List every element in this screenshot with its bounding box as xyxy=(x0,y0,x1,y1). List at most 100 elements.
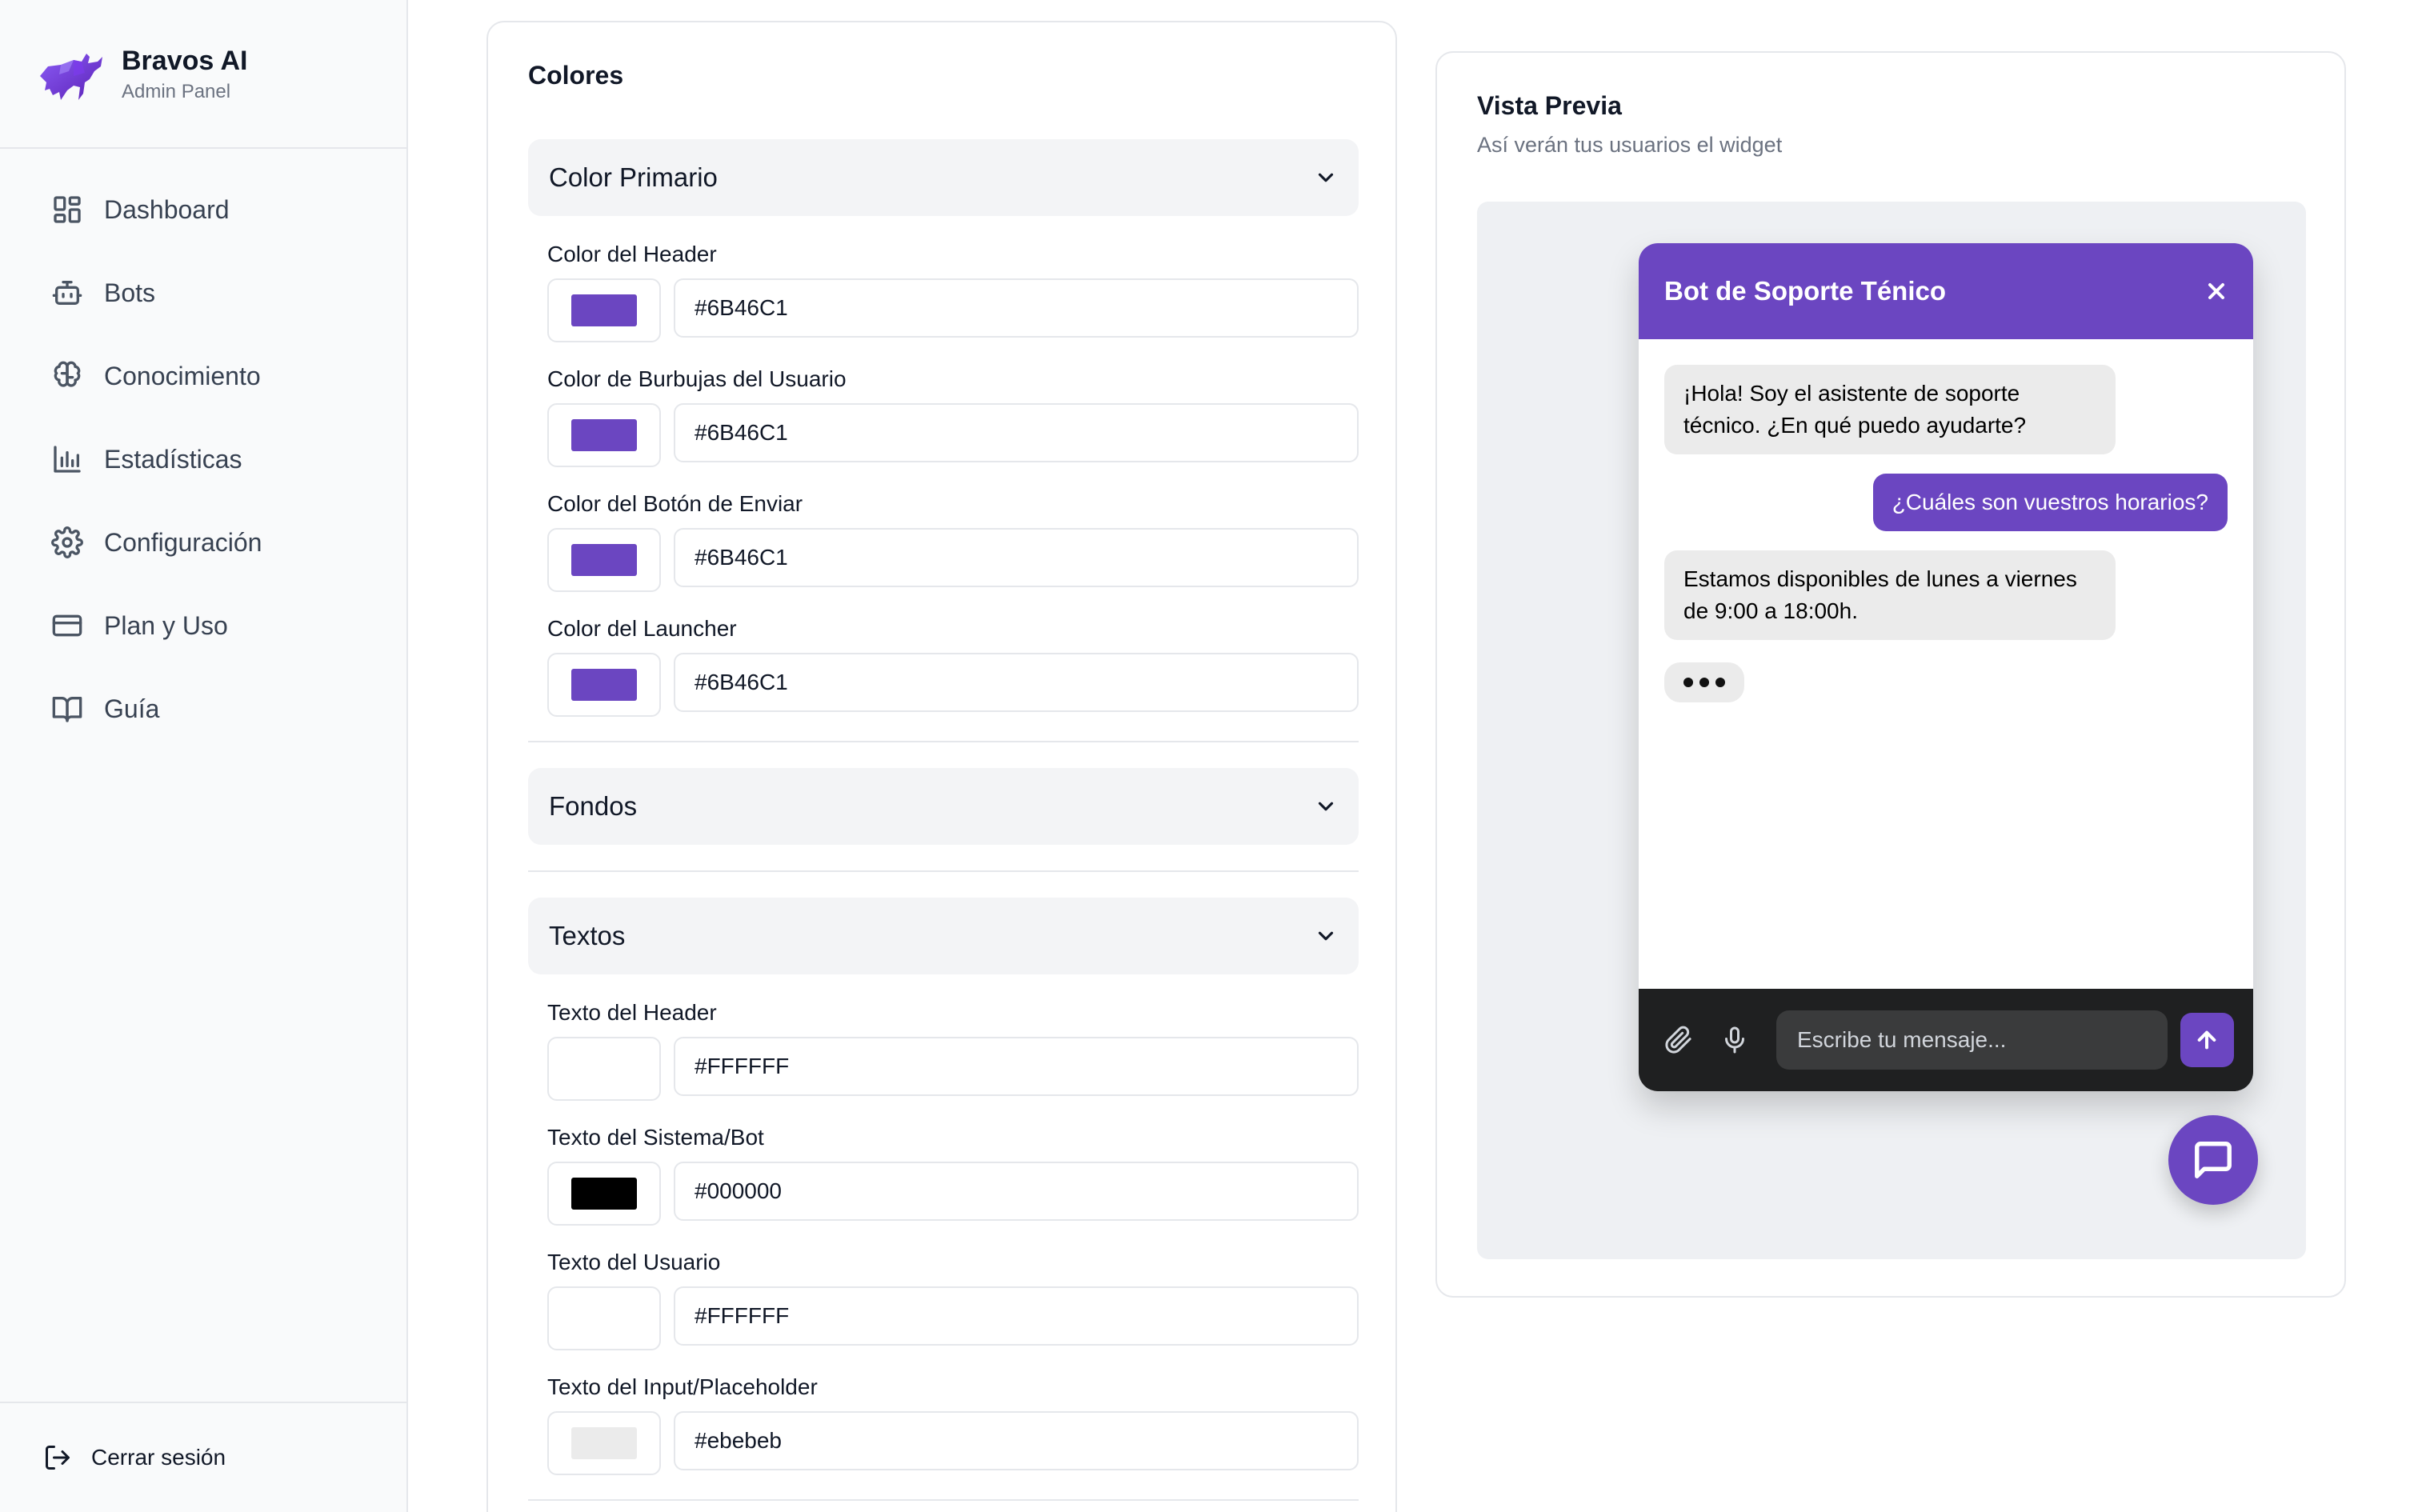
field-texto-header: Texto del Header xyxy=(547,995,1359,1101)
sidebar-item-label: Dashboard xyxy=(104,194,230,224)
chevron-down-icon xyxy=(1318,173,1334,182)
layout-grid-icon xyxy=(54,196,81,223)
field-label: Texto del Sistema/Bot xyxy=(547,1125,764,1150)
sidebar-item-label: Configuración xyxy=(104,527,262,557)
bot-message: Estamos disponibles de lunes a viernes d… xyxy=(1664,550,2116,640)
color-picker-button[interactable] xyxy=(547,1162,661,1226)
preview-title: Vista Previa xyxy=(1477,91,1622,120)
accordion-textos: Textos xyxy=(528,898,1359,974)
color-swatch xyxy=(571,419,637,451)
field-label: Color de Burbujas del Usuario xyxy=(547,366,847,391)
user-message: ¿Cuáles son vuestros horarios? xyxy=(1872,474,2228,531)
log-out-icon xyxy=(46,1446,70,1470)
chat-message-input[interactable] xyxy=(1776,1010,2168,1070)
color-picker-button[interactable] xyxy=(547,1411,661,1475)
sidebar-item-conocimiento[interactable]: Conocimiento xyxy=(0,334,406,418)
accordion-title: Textos xyxy=(549,921,626,950)
preview-subtitle: Así verán tus usuarios el widget xyxy=(1477,133,1783,157)
color-swatch xyxy=(571,1427,637,1459)
color-picker-button[interactable] xyxy=(547,1037,661,1101)
color-picker-button[interactable] xyxy=(547,528,661,592)
hex-input[interactable] xyxy=(674,1286,1359,1346)
field-label: Texto del Input/Placeholder xyxy=(547,1374,818,1399)
microphone-button[interactable] xyxy=(1720,1026,1749,1054)
section-divider xyxy=(528,741,1359,742)
field-label: Texto del Usuario xyxy=(547,1250,721,1274)
sidebar-item-bots[interactable]: Bots xyxy=(0,251,406,334)
bot-message: ¡Hola! Soy el asistente de soporte técni… xyxy=(1664,365,2116,454)
sidebar-nav: Dashboard Bots Conocimiento Estadísticas… xyxy=(0,149,406,750)
hex-input[interactable] xyxy=(674,653,1359,712)
sidebar-item-estadisticas[interactable]: Estadísticas xyxy=(0,418,406,501)
accordion-fondos: Fondos xyxy=(528,768,1359,845)
sidebar-item-label: Plan y Uso xyxy=(104,610,228,640)
chat-messages: ¡Hola! Soy el asistente de soporte técni… xyxy=(1639,339,2253,989)
accordion-title: Fondos xyxy=(549,791,638,821)
field-label: Color del Launcher xyxy=(547,616,737,641)
field-texto-input-placeholder: Texto del Input/Placeholder xyxy=(547,1370,1359,1475)
chat-header-title: Bot de Soporte Ténico xyxy=(1664,276,1947,306)
color-picker-button[interactable] xyxy=(547,653,661,717)
field-color-header: Color del Header xyxy=(547,237,1359,342)
sidebar-item-label: Conocimiento xyxy=(104,361,261,390)
sidebar-item-guia[interactable]: Guía xyxy=(0,667,406,750)
close-icon xyxy=(2208,283,2224,299)
color-swatch xyxy=(571,669,637,701)
sidebar-item-label: Bots xyxy=(104,278,156,307)
paperclip-icon xyxy=(1665,1026,1691,1054)
sidebar-item-configuracion[interactable]: Configuración xyxy=(0,501,406,584)
accordion-header-color-primario[interactable]: Color Primario xyxy=(528,139,1359,216)
logout-button[interactable]: Cerrar sesión xyxy=(0,1402,406,1512)
bar-chart-icon xyxy=(54,446,81,473)
field-texto-usuario: Texto del Usuario xyxy=(547,1245,1359,1350)
brand[interactable]: Bravos AI Admin Panel xyxy=(0,0,406,149)
chat-launcher-button[interactable] xyxy=(2168,1115,2258,1205)
field-label: Texto del Header xyxy=(547,1000,717,1025)
sidebar: Bravos AI Admin Panel Dashboard Bots Con… xyxy=(0,0,408,1512)
sidebar-item-dashboard[interactable]: Dashboard xyxy=(0,168,406,251)
arrow-up-icon xyxy=(2197,1030,2216,1050)
chat-header: Bot de Soporte Ténico xyxy=(1639,243,2253,339)
sidebar-item-label: Estadísticas xyxy=(104,444,242,474)
message-square-icon xyxy=(2195,1142,2232,1178)
hex-input[interactable] xyxy=(674,278,1359,338)
field-color-burbujas-usuario: Color de Burbujas del Usuario xyxy=(547,362,1359,467)
accordion-title: Color Primario xyxy=(549,162,718,192)
hex-input[interactable] xyxy=(674,1411,1359,1470)
field-color-launcher: Color del Launcher xyxy=(547,611,1359,717)
field-color-boton-enviar: Color del Botón de Enviar xyxy=(547,486,1359,592)
book-open-icon xyxy=(52,697,82,722)
color-picker-button[interactable] xyxy=(547,278,661,342)
chevron-down-icon xyxy=(1318,931,1334,941)
sidebar-item-plan-uso[interactable]: Plan y Uso xyxy=(0,584,406,667)
attach-button[interactable] xyxy=(1664,1026,1693,1054)
field-texto-sistema-bot: Texto del Sistema/Bot xyxy=(547,1120,1359,1226)
colors-card: Colores Color Primario Color del Header … xyxy=(486,21,1397,1512)
chat-widget: Bot de Soporte Ténico ¡Hola! Soy el asis… xyxy=(1639,243,2253,1091)
accordion-header-fondos[interactable]: Fondos xyxy=(528,768,1359,845)
color-picker-button[interactable] xyxy=(547,403,661,467)
hex-input[interactable] xyxy=(674,1037,1359,1096)
section-divider xyxy=(528,1499,1359,1501)
color-swatch xyxy=(571,294,637,326)
field-label: Color del Botón de Enviar xyxy=(547,491,803,516)
hex-input[interactable] xyxy=(674,528,1359,587)
credit-card-icon xyxy=(52,614,82,637)
hex-input[interactable] xyxy=(674,403,1359,462)
send-button[interactable] xyxy=(2180,1013,2234,1067)
preview-card: Vista Previa Así verán tus usuarios el w… xyxy=(1435,51,2346,1298)
accordion-header-textos[interactable]: Textos xyxy=(528,898,1359,974)
preview-stage: Bot de Soporte Ténico ¡Hola! Soy el asis… xyxy=(1477,202,2306,1259)
hex-input[interactable] xyxy=(674,1162,1359,1221)
sidebar-item-label: Guía xyxy=(104,694,160,723)
field-label: Color del Header xyxy=(547,242,717,266)
color-picker-button[interactable] xyxy=(547,1286,661,1350)
microphone-icon xyxy=(1725,1026,1744,1054)
section-divider xyxy=(528,870,1359,872)
bot-icon xyxy=(52,281,82,305)
brand-name: Bravos AI xyxy=(122,46,248,76)
brand-subtitle: Admin Panel xyxy=(122,81,231,102)
brain-icon xyxy=(54,361,81,387)
accordion-color-primario: Color Primario xyxy=(528,139,1359,216)
close-button[interactable] xyxy=(2204,278,2229,304)
